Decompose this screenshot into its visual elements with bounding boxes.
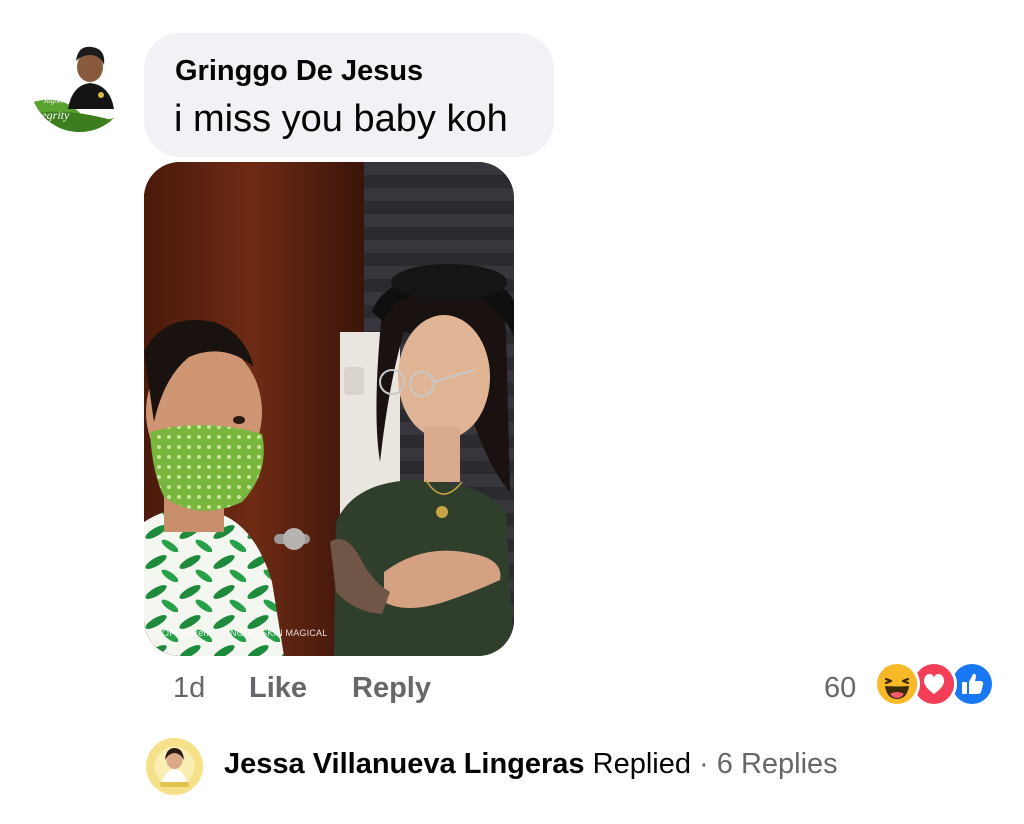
like-button[interactable]: Like <box>249 672 307 705</box>
reaction-summary[interactable]: 60 <box>824 664 1004 708</box>
love-icon <box>914 664 954 704</box>
reply-button[interactable]: Reply <box>352 672 431 705</box>
commenter-avatar[interactable]: Higher tegrity <box>30 33 129 132</box>
comment-timestamp[interactable]: 1d <box>173 672 205 705</box>
comment-photo[interactable]: OPPO Reno ... INGGO SKIN MAGICAL <box>144 162 514 656</box>
comment-bubble: Gringgo De Jesus i miss you baby koh <box>144 33 554 157</box>
like-icon <box>952 664 992 704</box>
svg-text:tegrity: tegrity <box>38 108 70 122</box>
comment-text: i miss you baby koh <box>174 98 508 140</box>
photo-illustration <box>144 162 514 656</box>
replies-count[interactable]: 6 Replies <box>717 748 838 780</box>
reply-avatar <box>146 738 203 795</box>
reply-summary: Jessa Villanueva Lingeras Replied · 6 Re… <box>224 748 838 781</box>
avatar-image: Higher tegrity <box>30 33 129 132</box>
reaction-count: 60 <box>824 672 857 704</box>
reply-status: Replied <box>592 748 691 780</box>
separator-dot: · <box>699 748 709 780</box>
haha-icon <box>877 664 917 704</box>
avatar-caption: Higher <box>43 97 64 105</box>
photo-watermark: OPPO Reno ... INGGO SKIN MAGICAL <box>162 628 328 638</box>
reply-author-name[interactable]: Jessa Villanueva Lingeras <box>224 748 585 780</box>
comment-author-name[interactable]: Gringgo De Jesus <box>175 55 423 88</box>
view-replies-link[interactable]: Jessa Villanueva Lingeras Replied · 6 Re… <box>146 738 946 796</box>
